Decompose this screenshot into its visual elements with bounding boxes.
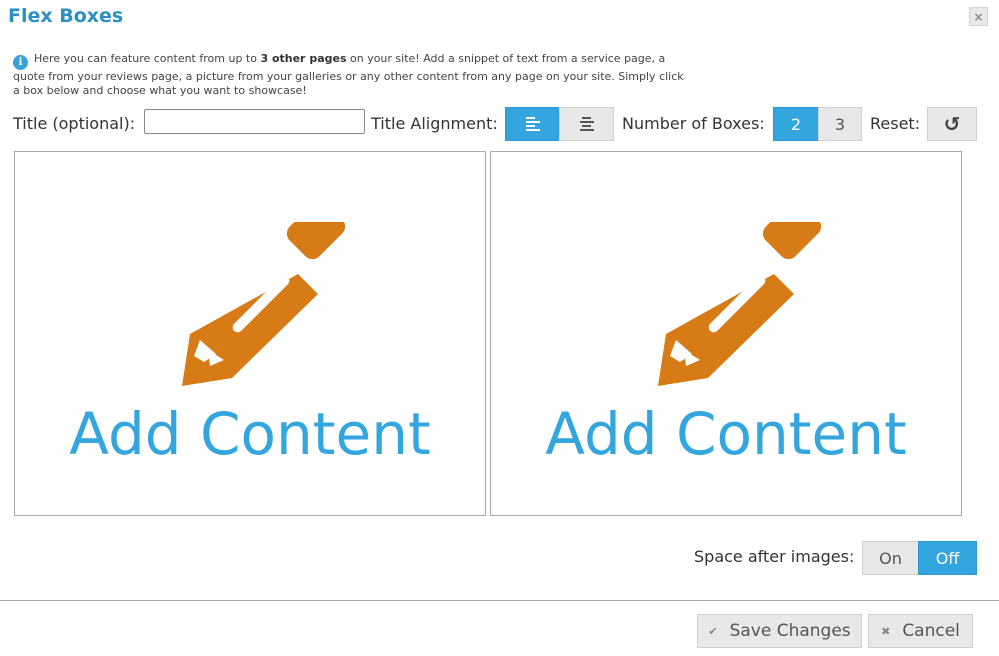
reset-button[interactable]: ↺ [927,107,977,141]
save-changes-label: Save Changes [729,621,851,641]
boxes-2-button[interactable]: 2 [773,107,819,141]
align-center-button[interactable] [559,107,614,141]
info-icon: i [13,55,28,70]
alignment-label: Title Alignment: [371,114,498,133]
dialog-title: Flex Boxes [8,5,124,27]
space-off-button[interactable]: Off [918,541,977,575]
align-left-icon [525,117,540,131]
reset-label: Reset: [870,114,921,133]
flex-box-2[interactable]: Add Content [490,151,962,516]
undo-icon: ↺ [943,112,961,136]
pencil-icon [658,222,822,386]
space-on-button[interactable]: On [862,541,919,575]
footer-divider [0,600,999,601]
close-button[interactable]: × [969,7,988,26]
boxes-3-button[interactable]: 3 [818,107,862,141]
title-input[interactable] [144,109,365,134]
pencil-icon [182,222,346,386]
cancel-button[interactable]: ✖ Cancel [868,614,973,648]
flex-box-1[interactable]: Add Content [14,151,486,516]
add-content-label: Add Content [545,400,907,468]
info-text-part: Here you can feature content from up to [34,52,261,65]
x-icon: ✖ [881,624,891,638]
info-text: i Here you can feature content from up to… [13,52,693,97]
title-label: Title (optional): [13,114,136,133]
boxes-label: Number of Boxes: [622,114,765,133]
align-left-button[interactable] [505,107,560,141]
cancel-label: Cancel [902,621,960,641]
add-content-label: Add Content [69,400,431,468]
info-text-bold: 3 other pages [260,52,347,65]
controls-bar: Title (optional): Title Alignment: Numbe… [0,107,999,141]
check-icon: ✔ [708,624,718,638]
save-changes-button[interactable]: ✔ Save Changes [697,614,862,648]
align-center-icon [579,117,594,131]
space-after-images-label: Space after images: [694,547,855,566]
close-icon: × [973,9,984,24]
